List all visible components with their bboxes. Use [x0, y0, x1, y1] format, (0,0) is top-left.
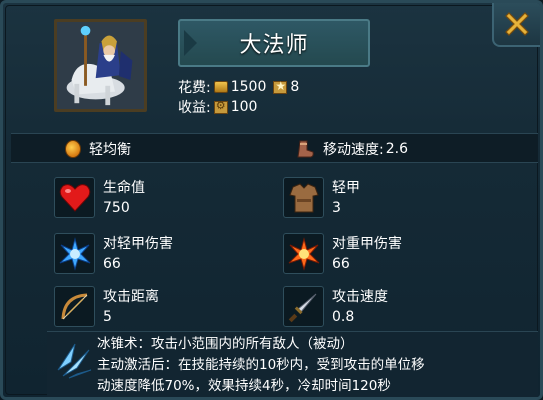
- stat-attack-range: 攻击距离 5: [54, 286, 159, 327]
- ice-shard-icon: [57, 343, 92, 379]
- bow-icon: [61, 293, 87, 319]
- stat-damage-heavy: 对重甲伤害 66: [283, 233, 402, 274]
- star-cost: 8: [290, 79, 300, 95]
- dagger-icon: [288, 293, 316, 322]
- boot-icon: [297, 140, 314, 158]
- archmage-portrait-icon: [57, 22, 144, 109]
- stat-value: 5: [103, 309, 112, 325]
- stat-label: 生命值: [103, 180, 145, 196]
- stat-label: 对重甲伤害: [332, 236, 402, 252]
- move-speed-label: 移动速度:: [323, 142, 384, 158]
- stat-label: 轻甲: [332, 180, 360, 196]
- gold-icon: [213, 81, 228, 93]
- stat-label: 攻击速度: [332, 289, 388, 305]
- unit-name: 大法师: [178, 19, 370, 67]
- stat-value: 66: [332, 256, 350, 272]
- close-button[interactable]: [492, 3, 540, 47]
- cost-row: 花费: 1500 8: [178, 77, 299, 97]
- skill-line-2: 主动激活后：在技能持续的10秒内，受到攻击的单位移: [97, 357, 425, 373]
- attribute-bar: 轻均衡 移动速度: 2.6: [11, 133, 538, 163]
- skill-line-3: 动速度降低70%，效果持续4秒，冷却时间120秒: [97, 378, 391, 394]
- light-armor-icon: [288, 182, 319, 212]
- unit-portrait: [54, 19, 147, 112]
- ice-burst-icon: [59, 236, 90, 271]
- income-label: 收益:: [178, 100, 211, 116]
- heart-icon: [59, 183, 90, 212]
- armor-type-label: 轻均衡: [89, 142, 131, 158]
- move-speed-value: 2.6: [385, 141, 408, 157]
- close-icon: [505, 12, 529, 36]
- stat-health: 生命值 750: [54, 177, 145, 218]
- fire-burst-icon: [288, 236, 319, 271]
- unit-info-panel: 大法师 花费: 1500 8 收益: 100 轻均衡 移动速度: 2.6: [0, 0, 543, 400]
- armor-type-icon: [65, 140, 81, 158]
- income-value: 100: [230, 99, 258, 115]
- income-icon: [213, 99, 228, 114]
- income-row: 收益: 100: [178, 97, 257, 117]
- stat-attack-speed: 攻击速度 0.8: [283, 286, 388, 327]
- cost-label: 花费:: [178, 80, 211, 96]
- stat-value: 750: [103, 200, 130, 216]
- stat-value: 0.8: [332, 309, 355, 325]
- stat-value: 66: [103, 256, 121, 272]
- stat-damage-light: 对轻甲伤害 66: [54, 233, 173, 274]
- star-icon: [273, 79, 288, 94]
- stat-label: 对轻甲伤害: [103, 236, 173, 252]
- stat-armor: 轻甲 3: [283, 177, 360, 218]
- skill-description: 冰锥术：攻击小范围内的所有敌人（被动） 主动激活后：在技能持续的10秒内，受到攻…: [47, 331, 538, 397]
- armor-type: 轻均衡: [65, 134, 131, 164]
- stat-label: 攻击距离: [103, 289, 159, 305]
- skill-line-1: 冰锥术：攻击小范围内的所有敌人（被动）: [97, 336, 354, 352]
- move-speed: 移动速度: 2.6: [295, 134, 408, 164]
- stat-value: 3: [332, 200, 341, 216]
- gold-cost: 1500: [230, 79, 267, 95]
